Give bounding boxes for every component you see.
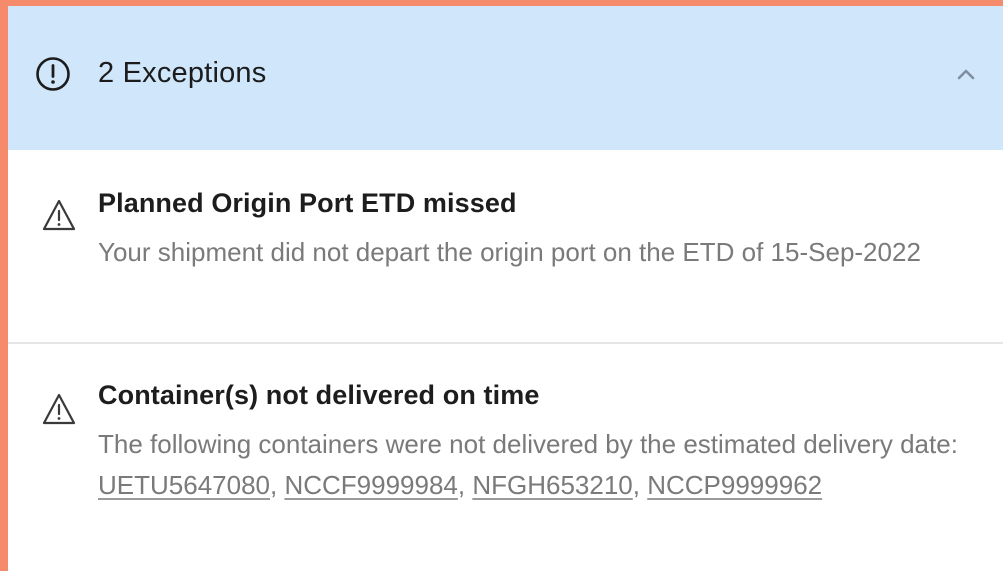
exception-title: Planned Origin Port ETD missed <box>98 188 517 218</box>
separator: , <box>270 470 285 500</box>
exception-title: Container(s) not delivered on time <box>98 380 540 410</box>
chevron-up-icon[interactable] <box>953 61 979 87</box>
warning-triangle-icon <box>42 199 76 231</box>
exceptions-panel: 2 Exceptions Planned Origin Port ETD mis… <box>8 6 1003 571</box>
exception-item-etd-missed: Planned Origin Port ETD missed Your ship… <box>8 150 1003 344</box>
exceptions-count-title: 2 Exceptions <box>98 57 267 89</box>
container-link[interactable]: NCCP9999962 <box>647 470 822 500</box>
separator: , <box>632 470 648 500</box>
container-link[interactable]: UETU5647080 <box>98 470 270 500</box>
container-link[interactable]: NFGH653210 <box>472 470 632 500</box>
exception-item-not-delivered: Container(s) not delivered on time The f… <box>8 344 1003 571</box>
container-link[interactable]: NCCF9999984 <box>284 470 457 500</box>
exception-description: The following containers were not delive… <box>98 424 978 506</box>
warning-triangle-icon <box>42 393 76 425</box>
exclamation-circle-icon <box>36 57 70 91</box>
description-text: The following containers were not delive… <box>98 429 958 459</box>
separator: , <box>457 470 473 500</box>
exception-description: Your shipment did not depart the origin … <box>98 237 921 267</box>
exceptions-header[interactable]: 2 Exceptions <box>8 6 1003 150</box>
